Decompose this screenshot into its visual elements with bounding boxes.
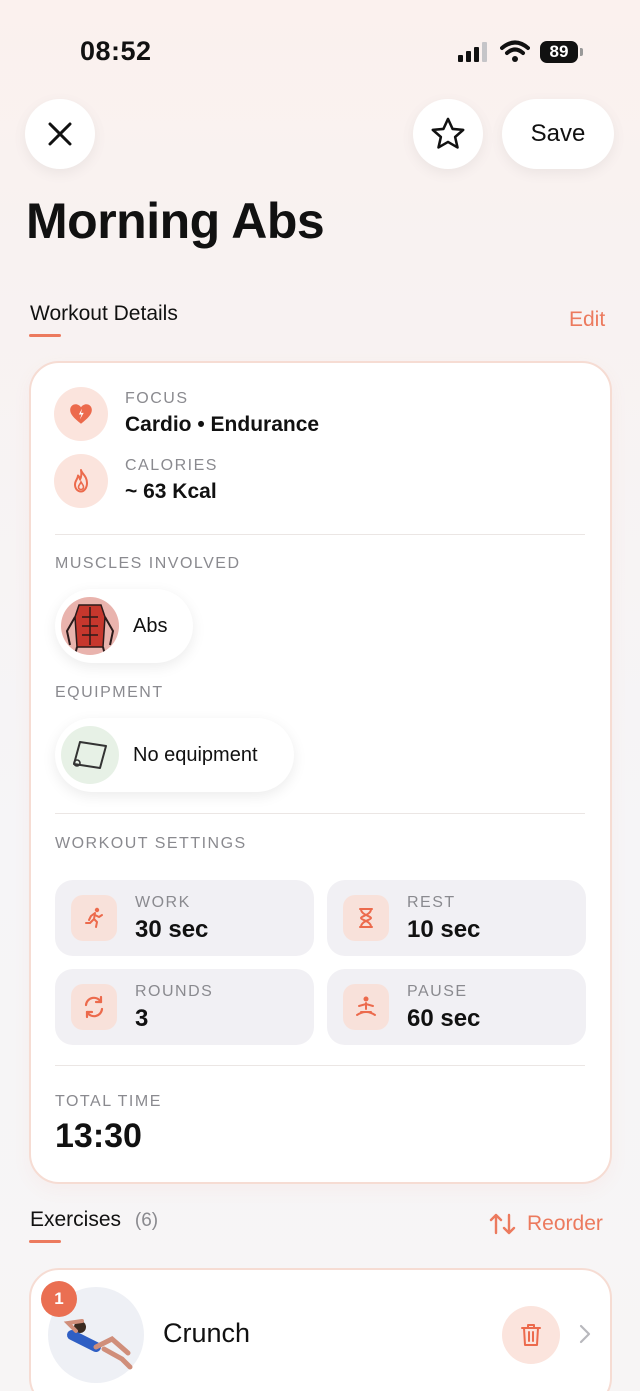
pause-setting-tile[interactable]: PAUSE 60 sec — [327, 969, 586, 1045]
calories-caption: CALORIES — [125, 457, 218, 474]
edit-button[interactable]: Edit — [569, 308, 605, 332]
rest-value: 10 sec — [407, 916, 481, 943]
exercise-name: Crunch — [163, 1318, 251, 1348]
wifi-icon — [500, 40, 530, 62]
delete-exercise-button[interactable] — [502, 1306, 560, 1364]
trash-icon — [521, 1324, 541, 1346]
work-setting-tile[interactable]: WORK 30 sec — [55, 880, 314, 956]
battery-tip — [580, 48, 583, 56]
work-value: 30 sec — [135, 916, 209, 943]
rounds-caption: ROUNDS — [135, 983, 214, 1000]
focus-caption: FOCUS — [125, 390, 189, 407]
total-time-value: 13:30 — [55, 1117, 142, 1155]
equipment-caption: EQUIPMENT — [55, 684, 164, 701]
signal-icon — [458, 42, 487, 62]
work-caption: WORK — [135, 894, 191, 911]
meditate-icon-badge — [343, 984, 389, 1030]
equipment-chip-label: No equipment — [133, 743, 258, 766]
battery-indicator: 89 — [540, 41, 578, 63]
reorder-button[interactable]: Reorder — [489, 1212, 603, 1236]
pause-value: 60 sec — [407, 1005, 481, 1032]
heart-bolt-icon — [70, 404, 92, 424]
workout-details-label: Workout Details — [30, 302, 178, 325]
reorder-label: Reorder — [527, 1212, 603, 1235]
sort-icon — [489, 1213, 516, 1235]
chevron-right-icon — [579, 1324, 591, 1344]
divider — [55, 1065, 585, 1066]
repeat-icon-badge — [71, 984, 117, 1030]
calories-value: ~ 63 Kcal — [125, 480, 217, 503]
settings-caption: WORKOUT SETTINGS — [55, 835, 247, 852]
pause-caption: PAUSE — [407, 983, 468, 1000]
page-title: Morning Abs — [26, 193, 325, 249]
section-underline — [29, 1240, 61, 1243]
muscles-caption: MUSCLES INVOLVED — [55, 555, 241, 572]
hourglass-icon-badge — [343, 895, 389, 941]
status-time: 08:52 — [80, 36, 152, 66]
exercises-title: Exercises — [30, 1208, 122, 1231]
section-underline — [29, 334, 61, 337]
mat-icon — [61, 726, 119, 784]
exercises-count: (6) — [134, 1210, 159, 1231]
save-button[interactable]: Save — [502, 99, 614, 169]
run-icon-badge — [71, 895, 117, 941]
focus-icon-badge — [54, 387, 108, 441]
abs-muscle-image — [61, 597, 119, 655]
equipment-chip-none[interactable]: No equipment — [55, 718, 294, 792]
flame-icon — [74, 469, 88, 493]
rest-caption: REST — [407, 894, 456, 911]
run-icon — [85, 907, 103, 928]
favorite-button[interactable] — [413, 99, 483, 169]
rounds-value: 3 — [135, 1005, 149, 1032]
muscle-chip-label: Abs — [133, 614, 168, 637]
muscle-chip-abs[interactable]: Abs — [55, 589, 193, 663]
close-button[interactable] — [25, 99, 95, 169]
calories-icon-badge — [54, 454, 108, 508]
hourglass-icon — [359, 908, 373, 928]
divider — [55, 534, 585, 535]
focus-value: Cardio • Endurance — [125, 413, 320, 436]
meditate-icon — [356, 996, 376, 1016]
divider — [55, 813, 585, 814]
star-icon — [431, 117, 465, 149]
close-icon — [48, 122, 72, 146]
rest-setting-tile[interactable]: REST 10 sec — [327, 880, 586, 956]
repeat-icon — [84, 995, 104, 1019]
rounds-setting-tile[interactable]: ROUNDS 3 — [55, 969, 314, 1045]
exercises-label: Exercises (6) — [30, 1208, 158, 1232]
total-time-caption: TOTAL TIME — [55, 1093, 162, 1110]
exercise-number-badge: 1 — [41, 1281, 77, 1317]
